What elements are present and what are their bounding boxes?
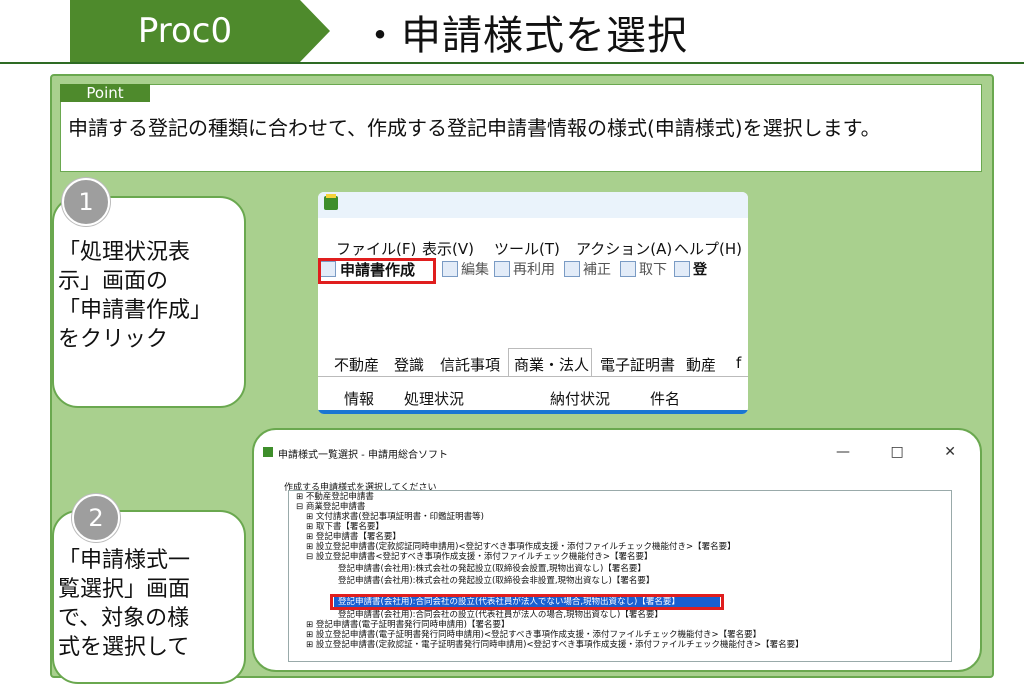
tree-item[interactable]: 登記申請書(会社用):株式会社の発起設立(取締役会非設置,現物出資なし)【署名要… (338, 576, 654, 586)
step2-text: 「申請様式一 覧選択」画面 で、対象の様 式を選択して (58, 546, 238, 662)
amend-button[interactable]: 補正 (564, 258, 611, 280)
close-button[interactable]: ✕ (944, 444, 956, 460)
minimize-button[interactable]: — (836, 444, 850, 460)
maximize-button[interactable]: □ (891, 444, 904, 460)
reuse-button[interactable]: 再利用 (494, 258, 555, 280)
amend-icon (564, 261, 580, 277)
step2-line: 「申請様式一 (58, 548, 191, 573)
window-titlebar (318, 192, 748, 218)
column-subject[interactable]: 件名 (650, 388, 680, 409)
edit-icon (442, 261, 458, 277)
tab-more[interactable]: f (736, 354, 741, 372)
step1-line: をクリック (58, 327, 169, 352)
column-status[interactable]: 処理状況 (404, 388, 464, 409)
withdraw-icon (620, 261, 636, 277)
tree-item[interactable]: ⊟ 商業登記申請書 (296, 502, 365, 512)
step2-line: 覧選択」画面 (58, 577, 191, 602)
step1-line: 「処理状況表 (58, 240, 191, 265)
tab-registry[interactable]: 登識 (394, 354, 424, 375)
tree-item[interactable]: 登記申請書(会社用):合同会社の設立(代表社員が法人の場合,現物出資なし)【署名… (338, 610, 663, 620)
tree-item[interactable]: ⊞ 不動産登記申請書 (296, 492, 374, 502)
edit-label: 編集 (461, 262, 489, 278)
tree-item[interactable]: ⊟ 設立登記申請書<登記すべき事項作成支援・添付ファイルチェック機能付き>【署名… (306, 552, 652, 562)
tree-item[interactable]: ⊞ 設立登記申請書(電子証明書発行同時申請用)<登記すべき事項作成支援・添付ファ… (306, 630, 761, 640)
menu-action[interactable]: アクション(A) (576, 238, 672, 259)
app-icon (263, 447, 273, 457)
screenshot-status-window: ファイル(F) 表示(V) ツール(T) アクション(A) ヘルプ(H) 申請書… (318, 192, 748, 414)
app-icon (324, 196, 338, 210)
step2-line: で、対象の様 (58, 606, 190, 631)
column-info[interactable]: 情報 (344, 388, 374, 409)
header-divider (0, 62, 1024, 64)
tab-real-estate[interactable]: 不動産 (334, 354, 379, 375)
search-icon (494, 261, 510, 277)
register-icon (674, 261, 690, 277)
tab-commercial[interactable]: 商業・法人 (514, 354, 589, 375)
highlight-selected-form (330, 594, 724, 610)
menu-help[interactable]: ヘルプ(H) (674, 238, 742, 259)
reuse-label: 再利用 (513, 262, 555, 278)
tab-divider (318, 376, 748, 377)
withdraw-label: 取下 (639, 262, 667, 278)
app-icon-top (326, 194, 336, 198)
menu-tools[interactable]: ツール(T) (494, 238, 560, 259)
menu-view[interactable]: 表示(V) (422, 238, 474, 259)
step1-text: 「処理状況表 示」画面の 「申請書作成」 をクリック (58, 238, 238, 354)
withdraw-button[interactable]: 取下 (620, 258, 667, 280)
tree-item[interactable]: ⊞ 文付請求書(登記事項証明書・印鑑証明書等) (306, 512, 484, 522)
point-tag: Point (60, 84, 150, 102)
proc-label: Proc0 (137, 11, 233, 51)
register-label: 登 (693, 262, 707, 278)
page-title: ・申請様式を選択 (360, 13, 688, 59)
tree-item[interactable]: ⊞ 登記申請書【署名要】 (306, 532, 401, 542)
selected-row-strip (318, 410, 748, 414)
point-text: 申請する登記の種類に合わせて、作成する登記申請書情報の様式(申請様式)を選択しま… (68, 116, 881, 140)
tab-trust[interactable]: 信託事項 (440, 354, 500, 375)
tree-item[interactable]: ⊞ 登記申請書(電子証明書発行同時申請用)【署名要】 (306, 620, 509, 630)
step1-line: 「申請書作成」 (58, 298, 213, 323)
amend-label: 補正 (583, 262, 611, 278)
tab-movables[interactable]: 動産 (686, 354, 716, 375)
edit-button[interactable]: 編集 (442, 258, 489, 280)
tree-item[interactable]: ⊞ 設立登記申請書(定款認証・電子証明書発行同時申請用)<登記すべき事項作成支援… (306, 640, 804, 650)
tree-item[interactable]: ⊞ 取下書【署名要】 (306, 522, 384, 532)
window-title: 申請様式一覧選択 - 申請用総合ソフト (278, 450, 448, 461)
highlight-create-button (318, 258, 436, 284)
step1-badge: 1 (62, 178, 110, 226)
step2-badge: 2 (72, 494, 120, 542)
tree-item[interactable]: 登記申請書(会社用):株式会社の発起設立(取締役会設置,現物出資なし)【署名要】 (338, 564, 646, 574)
window-controls: — □ ✕ (836, 444, 956, 460)
tab-e-certificate[interactable]: 電子証明書 (600, 354, 675, 375)
register-button[interactable]: 登 (674, 258, 707, 280)
menu-file[interactable]: ファイル(F) (336, 238, 416, 259)
step1-line: 示」画面の (58, 269, 169, 294)
column-payment[interactable]: 納付状況 (550, 388, 610, 409)
tree-item[interactable]: ⊞ 設立登記申請書(定款認証同時申請用)<登記すべき事項作成支援・添付ファイルチ… (306, 542, 736, 552)
